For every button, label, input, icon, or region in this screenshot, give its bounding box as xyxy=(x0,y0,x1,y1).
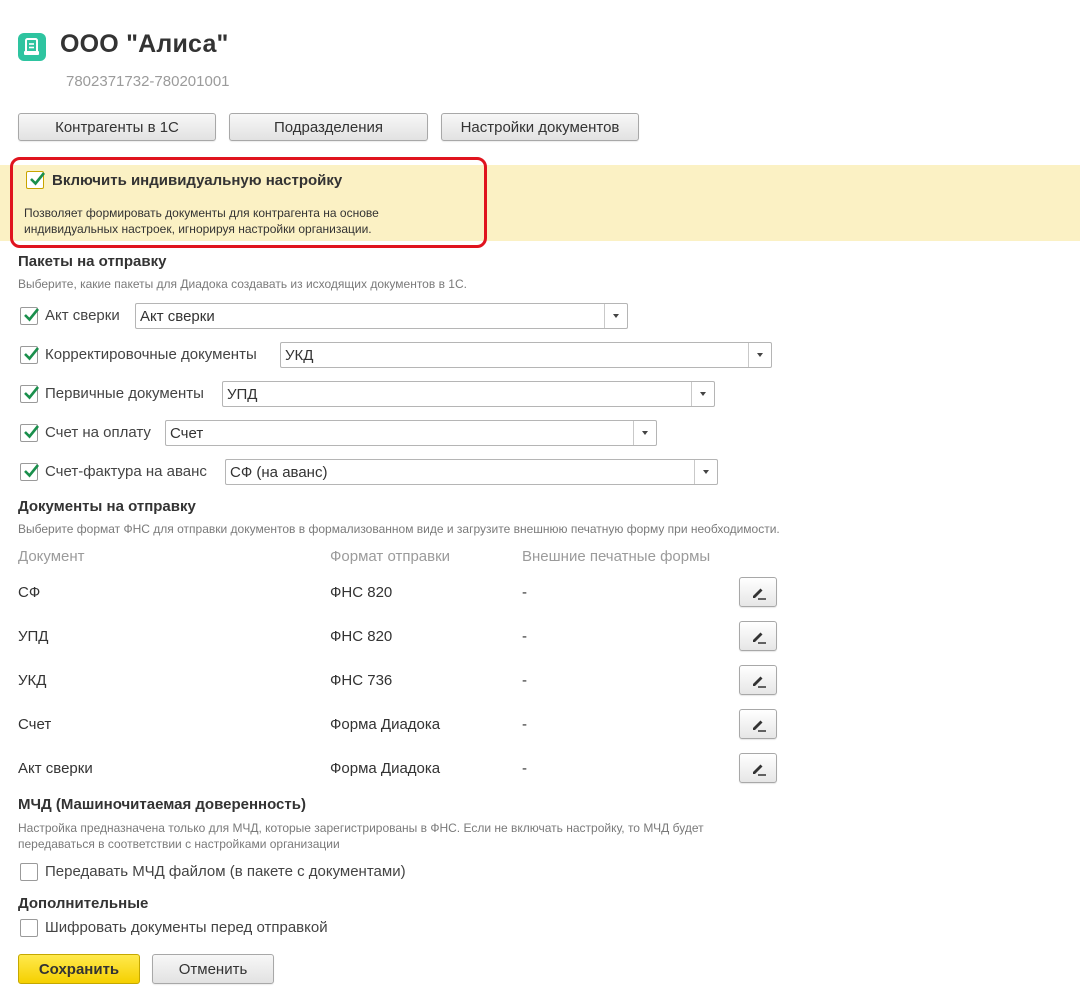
table-row-print-form: - xyxy=(522,584,527,601)
packages-section-description: Выберите, какие пакеты для Диадока созда… xyxy=(18,277,467,291)
mchd-file-label: Передавать МЧД файлом (в пакете с докуме… xyxy=(45,863,406,880)
column-header-print-forms: Внешние печатные формы xyxy=(522,548,711,565)
package-advance-invoice-select[interactable]: СФ (на аванс) xyxy=(225,459,718,485)
edit-print-form-button[interactable] xyxy=(739,621,777,651)
save-button[interactable]: Сохранить xyxy=(18,954,140,984)
pencil-icon xyxy=(753,588,766,600)
table-row-format: Форма Диадока xyxy=(330,760,441,777)
package-advance-invoice-label: Счет-фактура на аванс xyxy=(45,463,207,480)
table-row-doc: Счет xyxy=(18,716,52,733)
documents-section-title: Документы на отправку xyxy=(18,498,196,515)
encrypt-documents-label: Шифровать документы перед отправкой xyxy=(45,919,328,936)
package-primary-label: Первичные документы xyxy=(45,385,204,402)
package-act-checkbox[interactable] xyxy=(20,307,40,325)
package-invoice-label: Счет на оплату xyxy=(45,424,151,441)
column-header-format: Формат отправки xyxy=(330,548,451,565)
table-row-print-form: - xyxy=(522,672,527,689)
column-header-document: Документ xyxy=(18,548,85,565)
cancel-button[interactable]: Отменить xyxy=(152,954,274,984)
mchd-file-checkbox[interactable] xyxy=(20,863,38,881)
table-row-format: ФНС 820 xyxy=(330,628,393,645)
table-row-doc: СФ xyxy=(18,584,41,601)
counterparties-button[interactable]: Контрагенты в 1С xyxy=(18,113,216,141)
edit-print-form-button[interactable] xyxy=(739,753,777,783)
package-invoice-select[interactable]: Счет xyxy=(165,420,657,446)
checkmark-icon xyxy=(30,172,46,186)
table-row-print-form: - xyxy=(522,628,527,645)
table-row-print-form: - xyxy=(522,760,527,777)
checkmark-icon xyxy=(24,464,40,478)
table-row-doc: УПД xyxy=(18,628,49,645)
dropdown-arrow-icon[interactable] xyxy=(694,460,717,484)
document-settings-button[interactable]: Настройки документов xyxy=(441,113,639,141)
page-title: ООО "Алиса" xyxy=(60,30,229,58)
package-act-label: Акт сверки xyxy=(45,307,120,324)
packages-section-title: Пакеты на отправку xyxy=(18,253,167,270)
table-row-format: ФНС 820 xyxy=(330,584,393,601)
package-act-select[interactable]: Акт сверки xyxy=(135,303,628,329)
individual-setting-label: Включить индивидуальную настройку xyxy=(52,172,343,189)
mchd-section-description: Настройка предназначена только для МЧД, … xyxy=(18,821,704,851)
dropdown-arrow-icon[interactable] xyxy=(748,343,771,367)
pencil-icon xyxy=(753,720,766,732)
dropdown-arrow-icon[interactable] xyxy=(691,382,714,406)
individual-setting-description: Позволяет формировать документы для конт… xyxy=(24,206,379,236)
checkmark-icon xyxy=(24,386,40,400)
table-row-format: ФНС 736 xyxy=(330,672,393,689)
select-value: УКД xyxy=(285,347,314,364)
checkmark-icon xyxy=(24,308,40,322)
divisions-button[interactable]: Подразделения xyxy=(229,113,428,141)
individual-setting-checkbox[interactable] xyxy=(26,171,46,189)
pencil-icon xyxy=(753,632,766,644)
table-row-doc: УКД xyxy=(18,672,47,689)
pencil-icon xyxy=(753,764,766,776)
select-value: Счет xyxy=(170,425,204,442)
additional-section-title: Дополнительные xyxy=(18,895,149,912)
edit-print-form-button[interactable] xyxy=(739,577,777,607)
package-invoice-checkbox[interactable] xyxy=(20,424,40,442)
documents-section-description: Выберите формат ФНС для отправки докумен… xyxy=(18,522,780,536)
select-value: УПД xyxy=(227,386,258,403)
company-logo-icon xyxy=(18,33,46,61)
package-correction-label: Корректировочные документы xyxy=(45,346,257,363)
edit-print-form-button[interactable] xyxy=(739,709,777,739)
package-correction-select[interactable]: УКД xyxy=(280,342,772,368)
select-value: Акт сверки xyxy=(140,308,215,325)
select-value: СФ (на аванс) xyxy=(230,464,328,481)
checkmark-icon xyxy=(24,347,40,361)
dropdown-arrow-icon[interactable] xyxy=(633,421,656,445)
inn-kpp-subtitle: 7802371732-780201001 xyxy=(66,73,230,90)
package-primary-checkbox[interactable] xyxy=(20,385,40,403)
package-advance-invoice-checkbox[interactable] xyxy=(20,463,40,481)
table-row-doc: Акт сверки xyxy=(18,760,93,777)
edit-print-form-button[interactable] xyxy=(739,665,777,695)
table-row-print-form: - xyxy=(522,716,527,733)
package-correction-checkbox[interactable] xyxy=(20,346,40,364)
table-row-format: Форма Диадока xyxy=(330,716,441,733)
package-primary-select[interactable]: УПД xyxy=(222,381,715,407)
checkmark-icon xyxy=(24,425,40,439)
pencil-icon xyxy=(753,676,766,688)
encrypt-documents-checkbox[interactable] xyxy=(20,919,38,937)
dropdown-arrow-icon[interactable] xyxy=(604,304,627,328)
mchd-section-title: МЧД (Машиночитаемая доверенность) xyxy=(18,796,306,813)
